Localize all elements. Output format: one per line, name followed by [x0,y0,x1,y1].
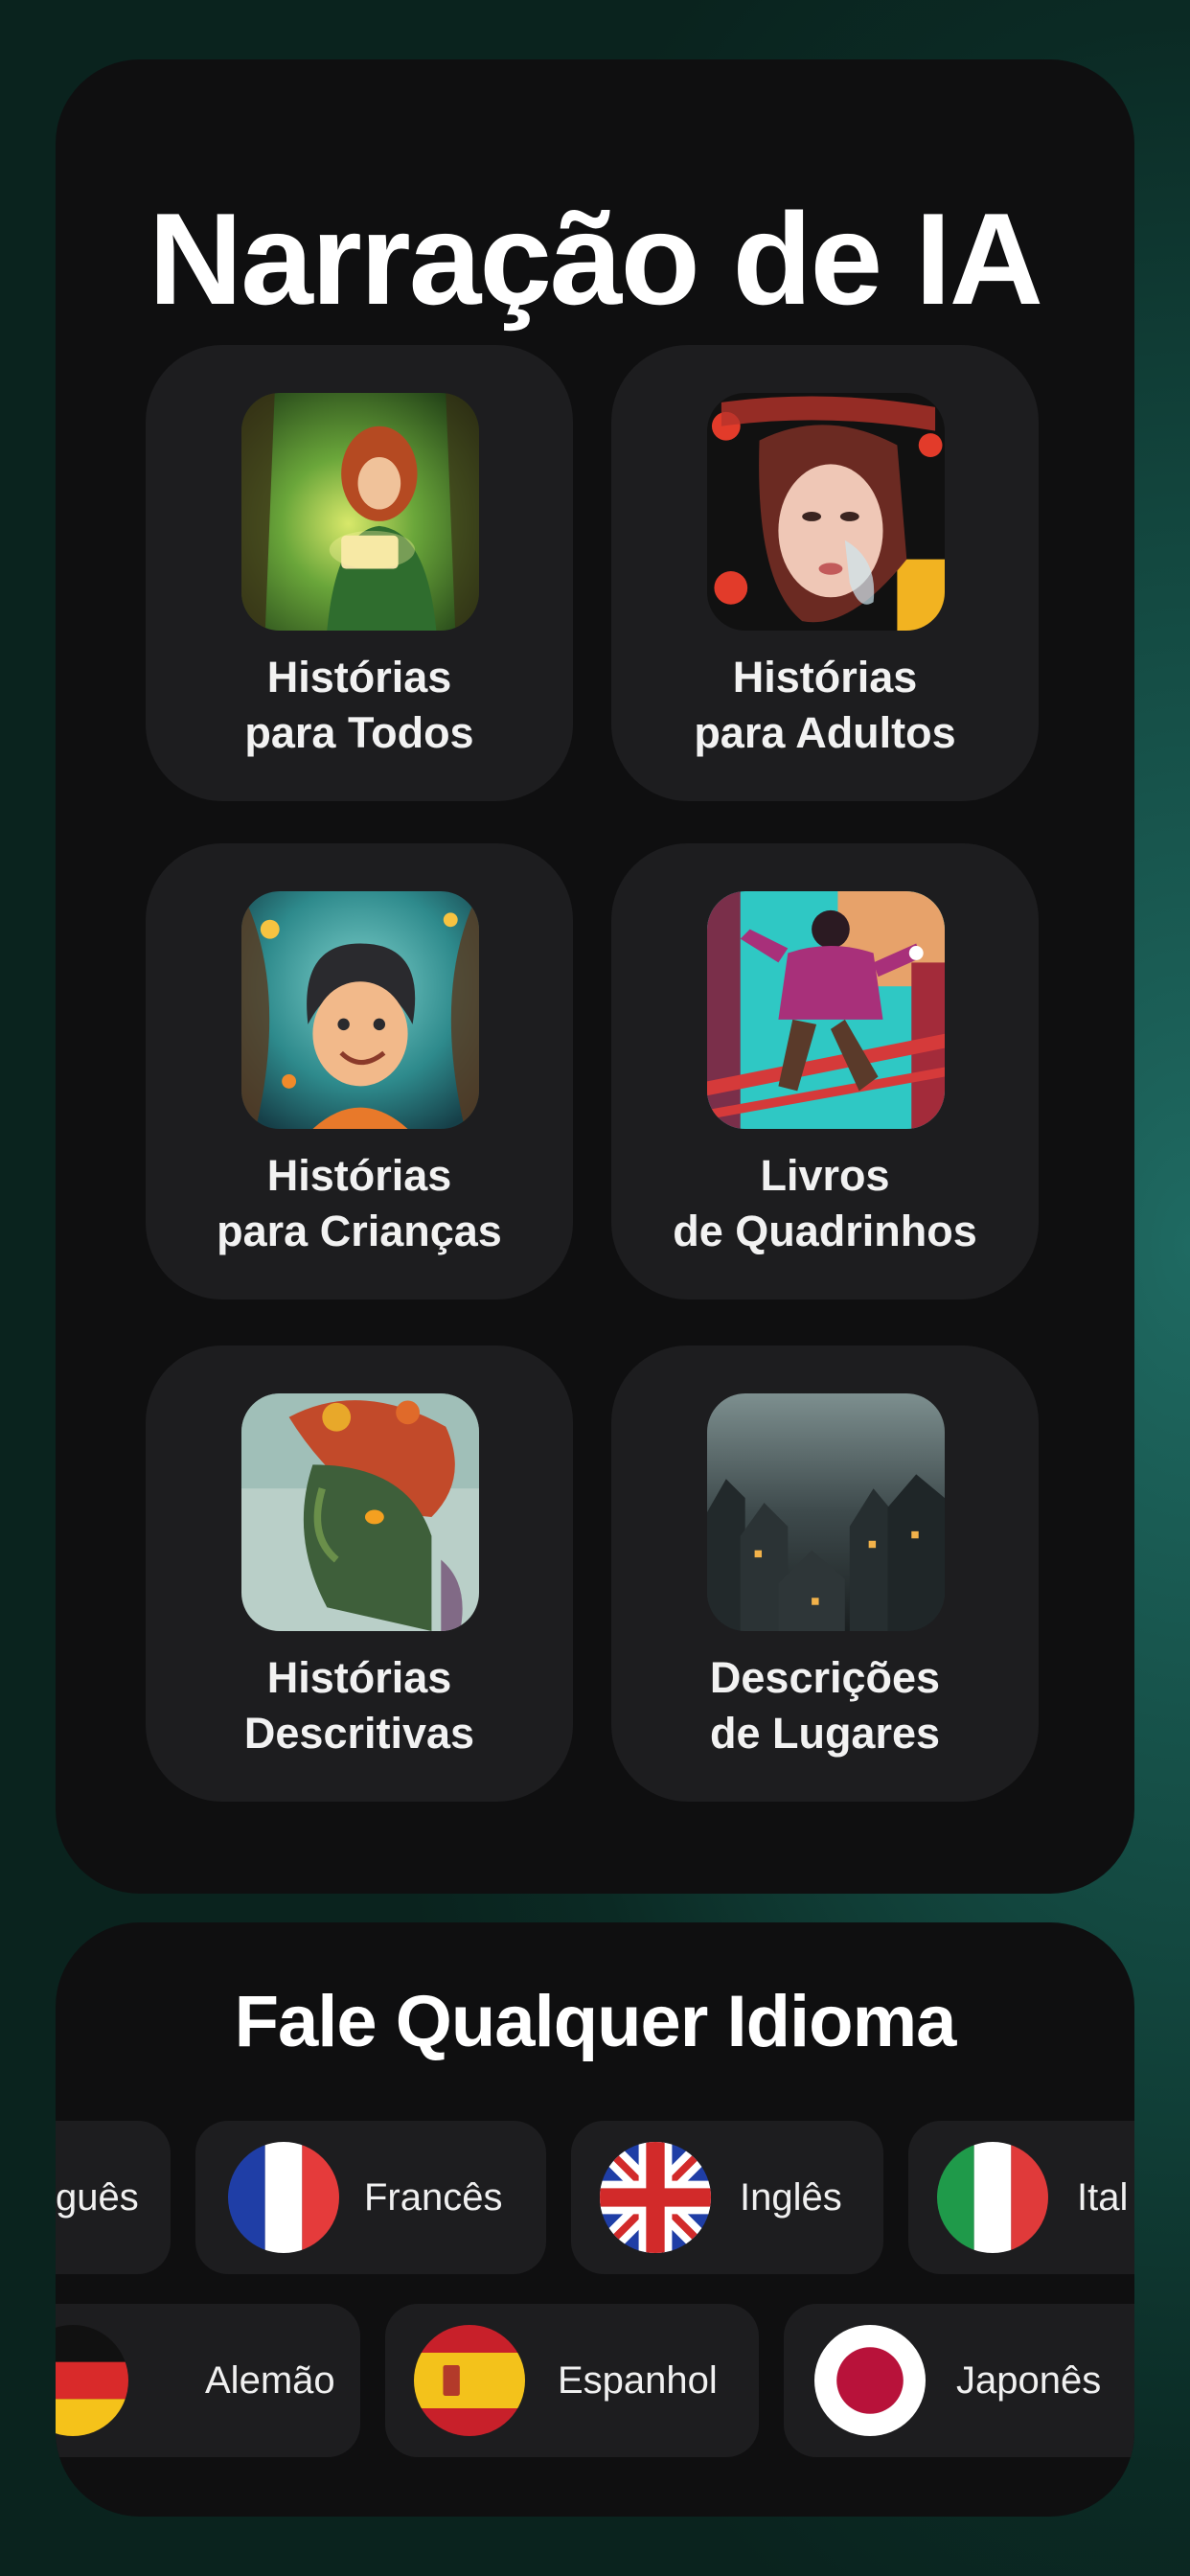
spain-flag-icon [414,2325,525,2436]
uk-flag-icon [600,2142,711,2253]
category-card-adults[interactable]: Histórias para Adultos [611,345,1039,801]
card-title-line-1: Histórias [266,1151,452,1200]
comic-hero-image [707,891,945,1129]
languages-panel: Fale Qualquer Idioma guês Francês Inglês [56,1922,1134,2517]
card-title-line-2: de Quadrinhos [673,1207,977,1255]
card-title-line-2: para Crianças [217,1207,502,1255]
category-card-comics[interactable]: Livros de Quadrinhos [611,843,1039,1300]
nature-face-image [241,1393,479,1631]
japan-flag-icon [814,2325,926,2436]
girl-reading-forest-image [241,393,479,631]
language-name: Alemão [205,2359,335,2402]
language-chip-portuguese[interactable]: guês [56,2121,171,2274]
language-name: Francês [364,2176,503,2219]
language-chip-spanish[interactable]: Espanhol [385,2304,759,2457]
category-card-descriptive[interactable]: Histórias Descritivas [146,1346,573,1802]
language-chip-german[interactable]: Alemão [56,2304,360,2457]
card-title-line-1: Histórias [732,653,918,702]
category-card-places[interactable]: Descrições de Lugares [611,1346,1039,1802]
card-title-line-1: Descrições [709,1653,941,1702]
language-chip-french[interactable]: Francês [195,2121,546,2274]
card-title-line-2: para Adultos [694,708,956,757]
germany-flag-icon [56,2325,128,2436]
language-name: guês [56,2176,139,2219]
language-name: Japonês [956,2359,1102,2402]
language-name: Inglês [740,2176,842,2219]
france-flag-icon [228,2142,339,2253]
category-card-all[interactable]: Histórias para Todos [146,345,573,801]
language-name: Ital [1077,2176,1129,2219]
card-title-line-1: Histórias [266,653,452,702]
italy-flag-icon [937,2142,1048,2253]
smiling-child-image [241,891,479,1129]
card-title-line-2: de Lugares [709,1709,941,1758]
category-card-children[interactable]: Histórias para Crianças [146,843,573,1300]
page-title: Narração de IA [149,186,1043,332]
card-title-line-1: Histórias [266,1653,452,1702]
languages-title: Fale Qualquer Idioma [234,1981,957,2062]
card-title-line-1: Livros [760,1151,890,1200]
language-name: Espanhol [558,2359,718,2402]
language-chip-english[interactable]: Inglês [571,2121,883,2274]
language-row-1: guês Francês Inglês Ital [56,2121,1134,2274]
card-title-line-2: Descritivas [243,1709,475,1758]
card-title-line-2: para Todos [244,708,474,757]
story-categories-panel: Narração de IA Histórias para Todos Hist… [56,59,1134,1894]
language-row-2: Alemão Espanhol Japonês [56,2304,1134,2457]
language-chip-japanese[interactable]: Japonês [784,2304,1134,2457]
woman-portrait-image [707,393,945,631]
dark-village-image [707,1393,945,1631]
language-chip-italian[interactable]: Ital [908,2121,1134,2274]
